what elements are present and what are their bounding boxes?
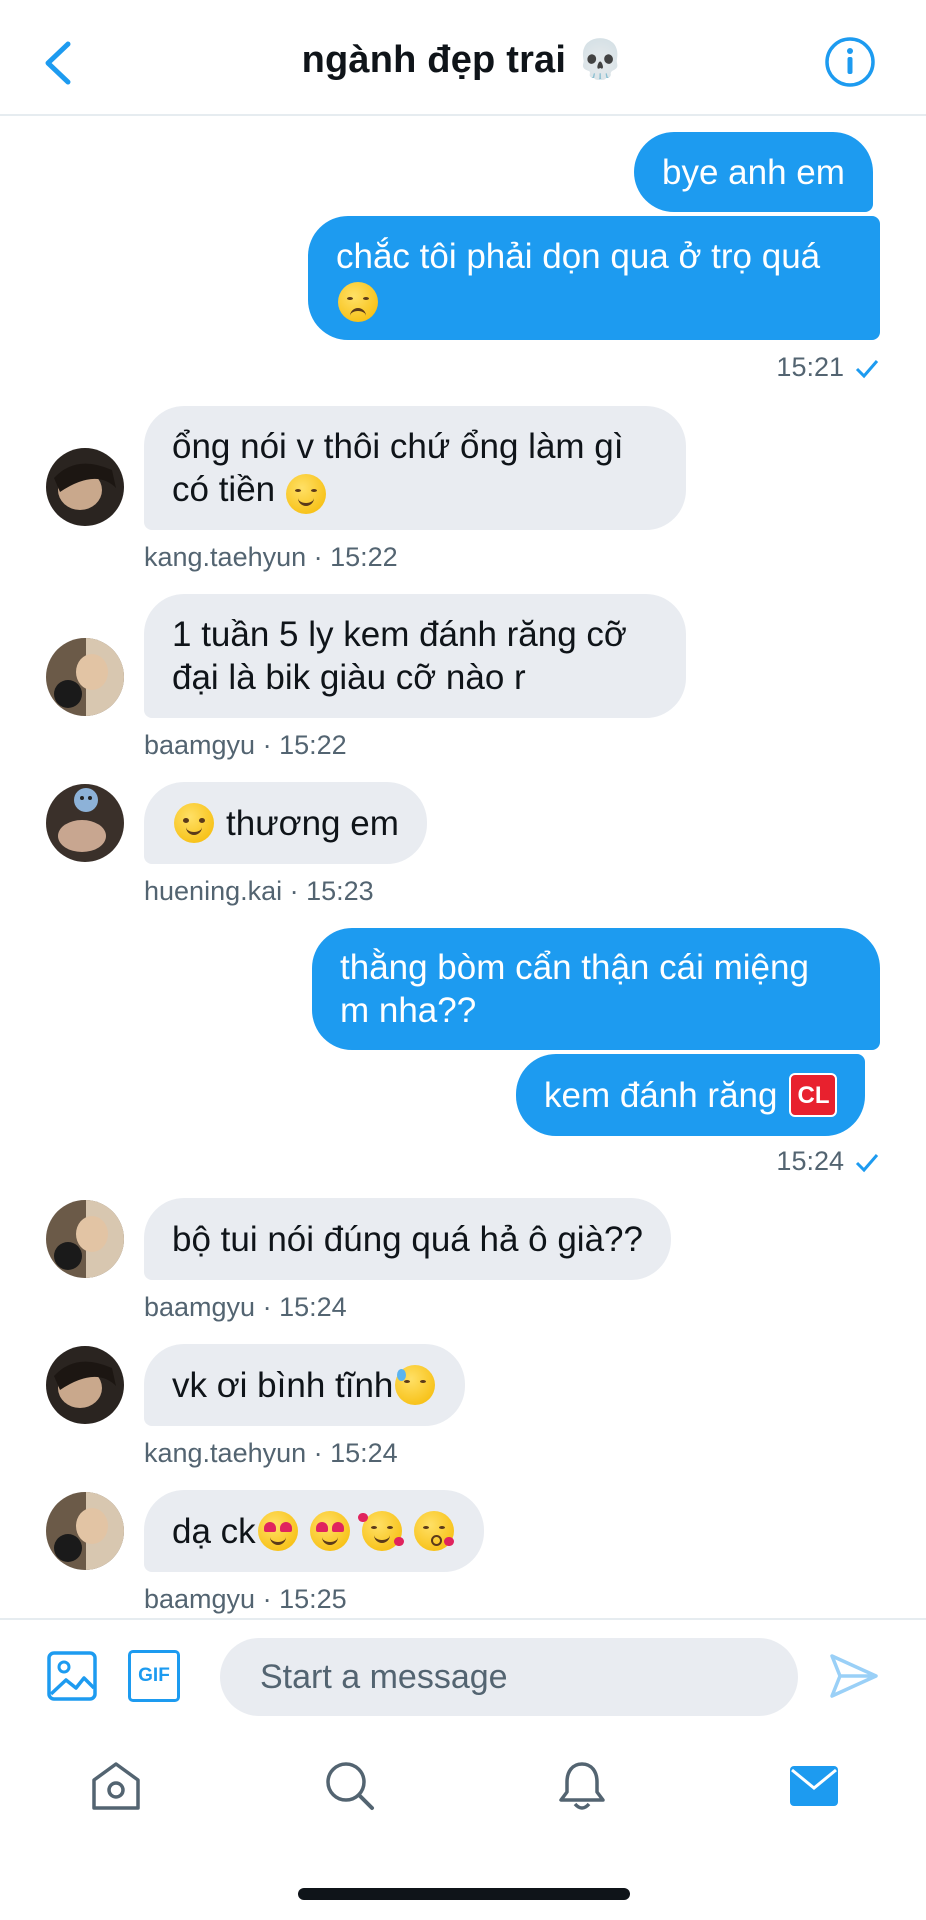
bell-icon[interactable] — [554, 1758, 610, 1814]
outgoing-message[interactable]: bye anh em — [634, 132, 873, 212]
sent-check-icon — [855, 1153, 879, 1172]
message-input[interactable] — [220, 1638, 798, 1716]
message-meta: huening.kai · 15:23 — [144, 876, 374, 906]
gif-button[interactable]: GIF — [128, 1650, 180, 1702]
message-text: thương em — [226, 803, 399, 843]
message-timestamp: 15:21 — [776, 352, 880, 383]
message-timestamp: 15:24 — [776, 1146, 880, 1177]
incoming-message[interactable]: ổng nói v thôi chứ ổng làm gì có tiền — [144, 406, 686, 530]
heart-eyes-emoji-icon — [257, 1511, 298, 1551]
message-text: chắc tôi phải dọn qua ở trọ quá — [336, 236, 821, 276]
message-text: kem đánh răng — [544, 1075, 778, 1115]
message-text: bộ tui nói đúng quá hả ô già?? — [172, 1219, 643, 1259]
message-meta: kang.taehyun · 15:22 — [144, 542, 398, 572]
home-icon[interactable] — [88, 1758, 144, 1814]
incoming-message[interactable]: 1 tuần 5 ly kem đánh răng cỡ đại là bik … — [144, 594, 686, 718]
outgoing-message[interactable]: chắc tôi phải dọn qua ở trọ quá — [308, 216, 880, 340]
conversation-title[interactable]: ngành đẹp trai 💀 — [0, 38, 926, 82]
image-icon[interactable] — [46, 1650, 98, 1702]
sent-check-icon — [855, 359, 879, 378]
composer-divider — [0, 1618, 926, 1620]
outgoing-message[interactable]: thằng bòm cẩn thận cái miệng m nha?? — [312, 928, 880, 1050]
incoming-message[interactable]: dạ ck — [144, 1490, 484, 1572]
incoming-message[interactable]: bộ tui nói đúng quá hả ô già?? — [144, 1198, 671, 1280]
heart-eyes-emoji-icon — [309, 1511, 350, 1551]
cl-emoji-icon: CL — [789, 1073, 838, 1117]
message-text: bye anh em — [662, 152, 845, 192]
search-icon[interactable] — [322, 1758, 378, 1814]
message-meta: baamgyu · 15:24 — [144, 1292, 347, 1322]
timestamp-text: 15:21 — [776, 352, 844, 382]
avatar[interactable] — [46, 784, 124, 862]
avatar[interactable] — [46, 1492, 124, 1570]
send-icon[interactable] — [828, 1652, 880, 1700]
gif-label: GIF — [138, 1665, 170, 1686]
avatar[interactable] — [46, 1200, 124, 1278]
avatar[interactable] — [46, 638, 124, 716]
message-meta: baamgyu · 15:22 — [144, 730, 347, 760]
kissing-heart-emoji-icon — [413, 1511, 454, 1551]
avatar[interactable] — [46, 1346, 124, 1424]
pensive-emoji-icon — [338, 281, 378, 322]
message-text: vk ơi bình tĩnh — [172, 1365, 394, 1405]
message-text: ổng nói v thôi chứ ổng làm gì có tiền — [172, 427, 624, 509]
outgoing-message[interactable]: kem đánh răng CL — [516, 1054, 866, 1136]
home-indicator — [298, 1888, 630, 1900]
smiling-hearts-emoji-icon — [357, 1511, 404, 1551]
message-text: thằng bòm cẩn thận cái miệng m nha?? — [340, 948, 809, 1030]
hugging-emoji-icon — [174, 803, 214, 843]
mail-icon[interactable] — [786, 1758, 842, 1814]
message-text: dạ ck — [172, 1511, 256, 1551]
incoming-message[interactable]: vk ơi bình tĩnh — [144, 1344, 466, 1426]
incoming-message[interactable]: thương em — [144, 782, 427, 864]
avatar[interactable] — [46, 448, 124, 526]
message-meta: baamgyu · 15:25 — [144, 1584, 347, 1614]
message-meta: kang.taehyun · 15:24 — [144, 1438, 398, 1468]
timestamp-text: 15:24 — [776, 1146, 844, 1176]
conversation-header: ngành đẹp trai 💀 — [0, 0, 926, 116]
relieved-emoji-icon — [286, 474, 326, 514]
info-icon[interactable] — [824, 36, 876, 88]
downcast-sweat-emoji-icon — [395, 1365, 436, 1405]
message-text: 1 tuần 5 ly kem đánh răng cỡ đại là bik … — [172, 615, 627, 697]
